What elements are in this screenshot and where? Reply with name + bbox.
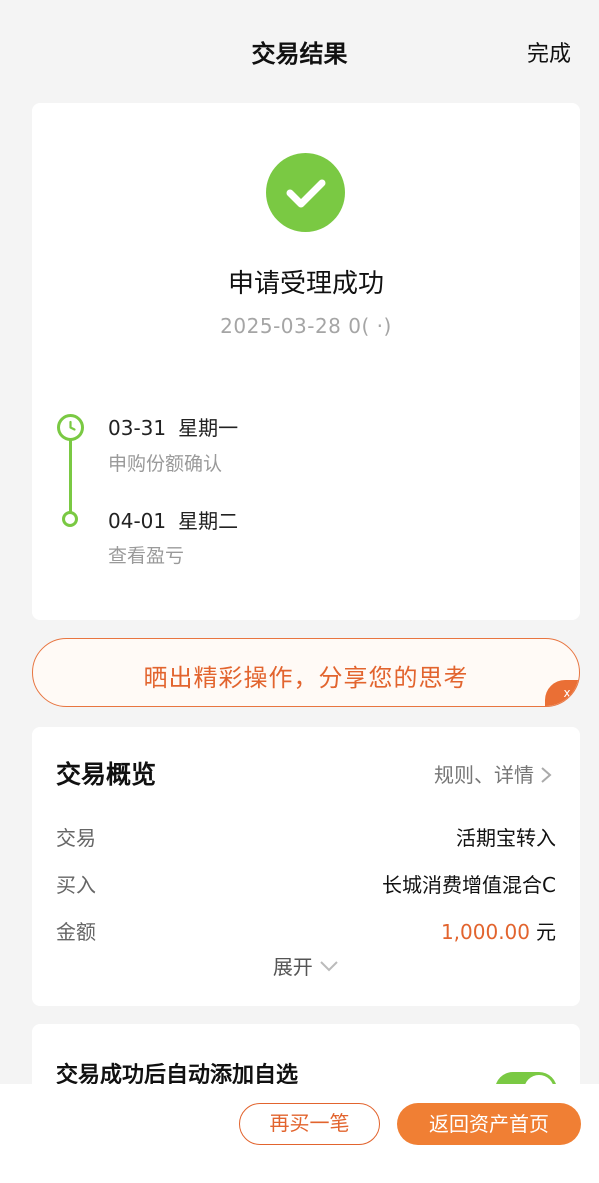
rules-details-link[interactable]: 规则、详情 — [434, 759, 552, 788]
amount-unit: 元 — [536, 920, 556, 944]
success-check-icon — [266, 153, 345, 232]
timeline-item-1-date: 03-31 星期一 — [108, 412, 238, 441]
result-timestamp: 2025-03-28 0( ·) — [220, 314, 392, 338]
rules-details-label: 规则、详情 — [434, 763, 534, 787]
timeline-item-2-date: 04-01 星期二 — [108, 505, 238, 534]
share-banner[interactable]: 晒出精彩操作，分享您的思考 x — [32, 638, 580, 707]
timeline-item-2-desc: 查看盈亏 — [108, 545, 185, 567]
timeline-weekday: 星期一 — [178, 416, 239, 440]
result-title: 申请受理成功 — [227, 269, 384, 299]
overview-row-value: 活期宝转入 — [456, 826, 556, 850]
result-card: 申请受理成功 2025-03-28 0( ·) 03-31 星期一 申购份额确认 … — [32, 103, 580, 620]
timeline-date: 03-31 — [108, 416, 167, 440]
buy-again-button[interactable]: 再买一笔 — [239, 1103, 380, 1145]
overview-card: 交易概览 规则、详情 交易 活期宝转入 买入 长城消费增值混合C 金额 1,00… — [32, 727, 580, 1006]
share-banner-text: 晒出精彩操作，分享您的思考 — [143, 664, 469, 692]
overview-row-label: 买入 — [56, 873, 96, 897]
overview-title: 交易概览 — [56, 760, 157, 789]
timeline-weekday: 星期二 — [178, 509, 239, 533]
return-home-button[interactable]: 返回资产首页 — [397, 1103, 581, 1145]
overview-amount-row: 1,000.00 元 — [441, 916, 556, 945]
done-button[interactable]: 完成 — [527, 36, 571, 68]
clock-icon — [57, 414, 84, 441]
amount-value: 1,000.00 — [440, 920, 530, 944]
overview-row-label: 交易 — [56, 826, 96, 850]
chevron-right-icon — [540, 763, 552, 787]
overview-row-value: 长城消费增值混合C — [382, 873, 556, 897]
nav-bar: 交易结果 完成 — [0, 0, 599, 100]
timeline-dot-icon — [62, 511, 78, 527]
timeline-item-1-desc: 申购份额确认 — [108, 453, 223, 475]
timeline-line — [69, 440, 72, 512]
timeline-date: 04-01 — [108, 509, 167, 533]
expand-label: 展开 — [272, 955, 313, 979]
bottom-action-bar: 再买一笔 返回资产首页 — [0, 1084, 599, 1183]
page-title: 交易结果 — [251, 40, 348, 68]
overview-row-label: 金额 — [56, 920, 96, 944]
chevron-down-icon — [319, 955, 339, 979]
expand-button[interactable]: 展开 — [32, 951, 580, 980]
